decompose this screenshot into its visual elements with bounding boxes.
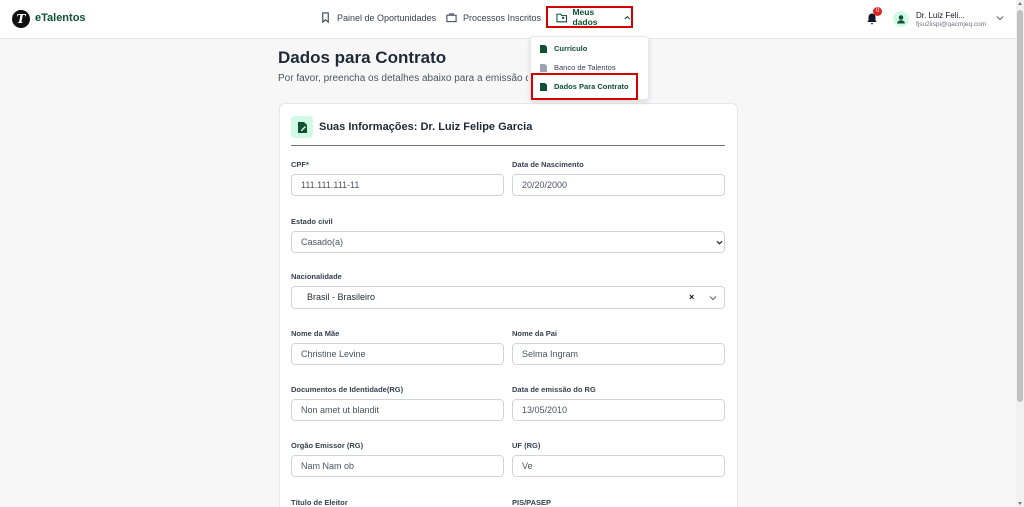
- notification-count-badge: 0: [873, 7, 882, 16]
- bookmark-icon: [322, 12, 329, 23]
- page-subtitle: Por favor, preencha os detalhes abaixo p…: [278, 73, 528, 84]
- document-icon: [540, 44, 547, 53]
- birthdate-input[interactable]: 20/20/2000: [512, 174, 725, 196]
- clear-icon[interactable]: ×: [689, 292, 694, 302]
- mother-name-label: Nome da Mãe: [291, 329, 340, 338]
- nav-processos-inscritos[interactable]: Processos Inscritos: [446, 12, 541, 23]
- scroll-up-arrow[interactable]: [1018, 2, 1022, 5]
- birthdate-label: Data de Nascimento: [512, 160, 584, 169]
- uf-rg-label: UF (RG): [512, 441, 541, 450]
- voter-id-label: Título de Eleitor: [291, 498, 348, 507]
- rg-issue-date-input[interactable]: 13/05/2010: [512, 399, 725, 421]
- marital-status-select[interactable]: Casado(a): [291, 231, 725, 253]
- document-icon: [540, 63, 547, 72]
- cpf-label: CPF*: [291, 160, 309, 169]
- page-title: Dados para Contrato: [278, 48, 447, 67]
- user-icon: [897, 15, 905, 24]
- dropdown-item-curriculo[interactable]: Currículo: [540, 44, 587, 53]
- document-edit-icon: [297, 121, 307, 133]
- etalentos-logo[interactable]: T: [12, 10, 30, 28]
- chevron-down-icon: [716, 240, 723, 245]
- rg-issue-date-label: Data de emissão do RG: [512, 385, 596, 394]
- chevron-up-icon: [624, 15, 631, 20]
- chevron-down-icon[interactable]: [709, 295, 717, 301]
- nav-label: Painel de Oportunidades: [337, 12, 437, 23]
- dropdown-item-label: Banco de Talentos: [554, 63, 616, 72]
- page-scrollbar[interactable]: [1016, 0, 1024, 507]
- card-title: Suas Informações: Dr. Luiz Felipe Garcia: [319, 121, 533, 133]
- nav-label: Meus dados: [572, 7, 598, 27]
- dropdown-item-label: Currículo: [554, 44, 588, 53]
- father-name-label: Nome da Pai: [512, 329, 558, 338]
- highlight-box: [531, 73, 638, 100]
- nav-painel-oportunidades[interactable]: Painel de Oportunidades: [320, 12, 436, 23]
- avatar[interactable]: [893, 11, 909, 27]
- nav-label: Processos Inscritos: [463, 12, 542, 23]
- user-name[interactable]: Dr. Luiz Feli...: [916, 11, 965, 20]
- nav-meus-dados[interactable]: Meus dados: [546, 6, 633, 28]
- dropdown-item-banco-talentos[interactable]: Banco de Talentos: [540, 63, 616, 72]
- user-email: fjsu2iispi@qacmjeq.com: [916, 21, 987, 28]
- chevron-down-icon[interactable]: [996, 15, 1004, 21]
- card-divider: [291, 145, 725, 146]
- issuing-body-input[interactable]: Nam Nam ob: [291, 455, 504, 477]
- folder-user-icon: [556, 13, 568, 22]
- card-icon-badge: [291, 116, 313, 138]
- rg-label: Documentos de Identidade(RG): [291, 385, 404, 394]
- scroll-thumb[interactable]: [1017, 10, 1023, 402]
- mother-name-input[interactable]: Christine Levine: [291, 343, 504, 365]
- issuing-body-label: Orgão Emissor (RG): [291, 441, 364, 450]
- cpf-input[interactable]: 111.111.111-11: [291, 174, 504, 196]
- rg-input[interactable]: Non amet ut blandit: [291, 399, 504, 421]
- nationality-label: Nacionalidade: [291, 272, 342, 281]
- uf-rg-input[interactable]: Ve: [512, 455, 725, 477]
- pis-label: PIS/PASEP: [512, 498, 552, 507]
- scroll-down-arrow[interactable]: [1018, 502, 1022, 505]
- brand-name[interactable]: eTalentos: [35, 12, 86, 24]
- marital-status-label: Estado civil: [291, 217, 333, 226]
- father-name-input[interactable]: Selma Ingram: [512, 343, 725, 365]
- nationality-select[interactable]: Brasil - Brasileiro: [291, 286, 725, 309]
- briefcase-icon: [446, 13, 457, 23]
